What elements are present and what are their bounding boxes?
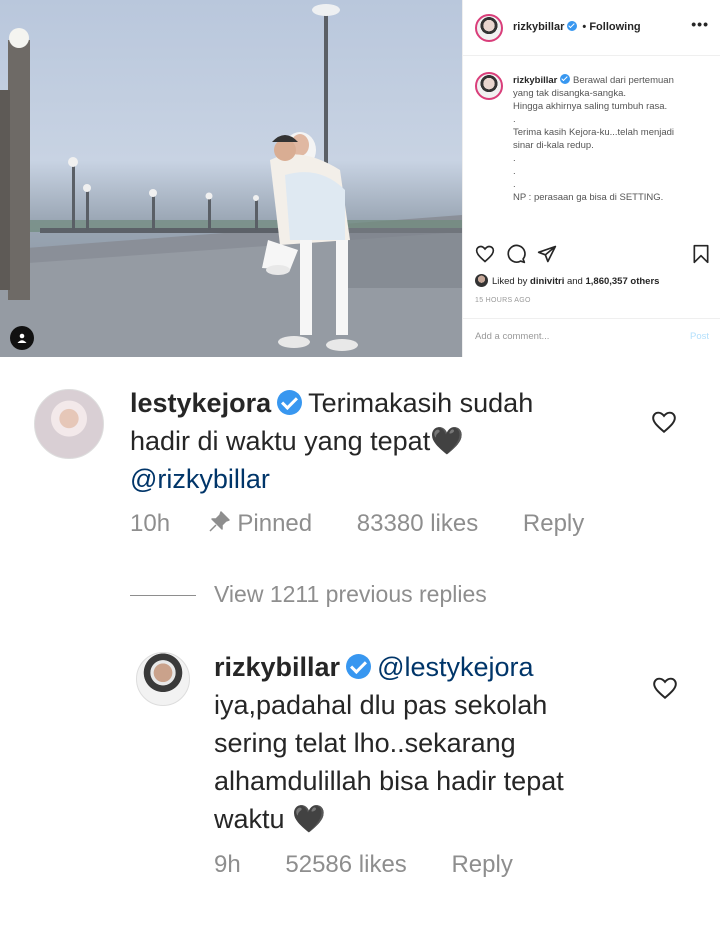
comment-icon[interactable] <box>506 244 526 264</box>
post-header: rizkybillar • Following ••• <box>463 0 720 56</box>
reply-text: iya,padahal dlu pas sekolah <box>214 690 548 720</box>
reply-text: sering telat lho..sekarang <box>214 728 516 758</box>
post-caption: rizkybillar Berawal dari pertemuan yang … <box>513 74 713 204</box>
post-comment-button[interactable]: Post <box>690 331 709 342</box>
caption-avatar[interactable] <box>475 72 503 100</box>
caption-line: . <box>513 179 516 190</box>
instagram-post: rizkybillar • Following ••• rizkybillar … <box>0 0 720 357</box>
comment-username[interactable]: lestykejora <box>130 388 271 418</box>
photo-scene <box>0 4 462 357</box>
likes-prefix: Liked by <box>492 276 531 287</box>
post-sidebar: rizkybillar • Following ••• rizkybillar … <box>462 0 720 357</box>
caption-line: Terima kasih Kejora-ku...telah menjadi <box>513 127 675 138</box>
caption-line: . <box>513 166 516 177</box>
caption-line: Berawal dari pertemuan <box>573 75 674 86</box>
comment-text: Terimakasih sudah <box>308 388 534 418</box>
view-replies-text[interactable]: View 1211 previous replies <box>214 581 487 607</box>
reply-body: rizkybillar @lestykejora iya,padahal dlu … <box>214 648 634 838</box>
caption-username[interactable]: rizkybillar <box>513 75 557 86</box>
comment-time: 10h <box>130 510 171 537</box>
user-tag-icon[interactable] <box>10 326 34 350</box>
mention-link[interactable]: @rizkybillar <box>130 464 270 494</box>
reply-text: alhamdulillah bisa hadir tepat <box>214 766 564 796</box>
like-comment-heart-icon[interactable] <box>651 410 677 434</box>
caption-line: sinar di-kala redup. <box>513 140 594 151</box>
bookmark-icon[interactable] <box>691 244 711 264</box>
commenter-avatar[interactable] <box>34 389 104 459</box>
author-username[interactable]: rizkybillar <box>513 21 564 33</box>
caption-line: Hingga akhirnya saling tumbuh rasa. <box>513 101 668 112</box>
liker-avatar <box>475 274 488 287</box>
black-heart-emoji: 🖤 <box>292 804 326 834</box>
likes-and: and <box>564 276 586 287</box>
following-button[interactable]: • Following <box>582 21 640 33</box>
verified-icon <box>560 74 571 84</box>
author-avatar[interactable] <box>475 14 503 42</box>
reply-meta: 9h 52586 likes Reply <box>214 851 513 879</box>
reply-text: waktu <box>214 804 285 834</box>
likes-summary[interactable]: Liked by dinivitri and 1,860,357 others <box>475 274 659 287</box>
liker-username[interactable]: dinivitri <box>530 276 564 287</box>
divider <box>130 595 196 597</box>
likes-others[interactable]: 1,860,357 others <box>585 276 659 287</box>
caption-line: NP : perasaan ga bisa di SETTING. <box>513 192 664 203</box>
author-line: rizkybillar • Following <box>513 21 641 33</box>
verified-icon <box>567 21 578 31</box>
verified-icon <box>277 390 303 415</box>
caption-line: yang tak disangka-sangka. <box>513 88 627 99</box>
caption-line: . <box>513 114 516 125</box>
reply-time: 9h <box>214 851 241 878</box>
post-photo[interactable] <box>0 0 462 357</box>
black-heart-emoji: 🖤 <box>430 426 464 456</box>
comment-meta: 10h Pinned 83380 likes Reply <box>130 510 584 538</box>
pinned-label: Pinned <box>207 510 312 538</box>
reply-button[interactable]: Reply <box>523 510 584 538</box>
reply-button[interactable]: Reply <box>451 851 512 879</box>
more-options-icon[interactable]: ••• <box>691 16 709 32</box>
mention-link[interactable]: @lestykejora <box>377 652 533 682</box>
heart-icon[interactable] <box>475 244 495 264</box>
reply-avatar[interactable] <box>136 652 190 706</box>
verified-icon <box>346 654 372 679</box>
view-replies-button[interactable]: View 1211 previous replies <box>130 581 487 608</box>
comment-likes[interactable]: 83380 likes <box>357 510 478 538</box>
comment-body: lestykejora Terimakasih sudah hadir di wa… <box>130 384 600 498</box>
like-reply-heart-icon[interactable] <box>652 676 678 700</box>
reply-likes[interactable]: 52586 likes <box>285 851 406 879</box>
comment-bar: Add a comment... Post <box>463 318 720 357</box>
pin-icon <box>209 511 230 532</box>
pinned-text: Pinned <box>237 510 313 537</box>
caption-line: . <box>513 153 516 164</box>
post-timestamp: 15 HOURS AGO <box>475 297 531 304</box>
comment-text: hadir di waktu yang tepat <box>130 426 431 456</box>
reply-username[interactable]: rizkybillar <box>214 652 340 682</box>
comment-input[interactable]: Add a comment... <box>475 331 549 342</box>
share-icon[interactable] <box>537 244 557 264</box>
post-actions <box>463 244 720 268</box>
